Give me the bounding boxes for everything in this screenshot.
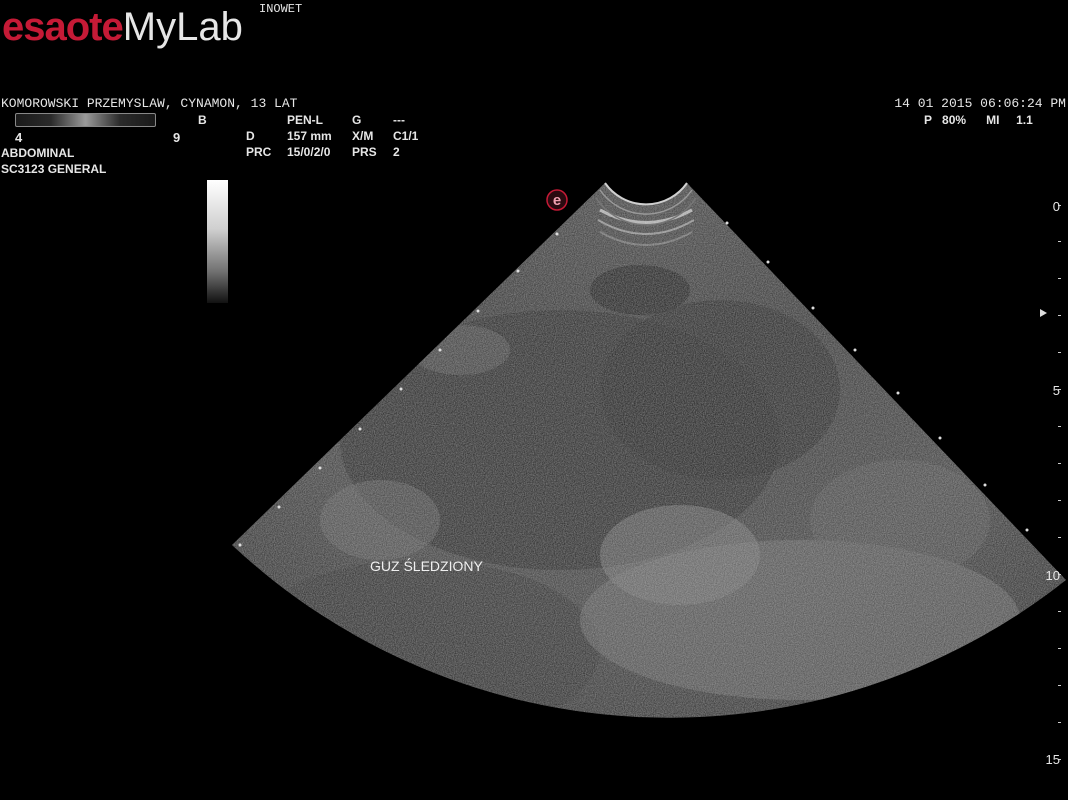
- focus-marker-icon: [1040, 309, 1047, 317]
- prs-label: PRS: [352, 145, 377, 159]
- depth-scale-5: 5: [1052, 383, 1060, 398]
- mylab-logo-text: MyLab: [122, 5, 243, 49]
- xm-value: C1/1: [393, 129, 419, 143]
- date-time: 14 01 2015 06:06:24 PM: [894, 96, 1066, 111]
- gain-bar: [15, 113, 156, 127]
- gain-min: 4: [15, 130, 23, 145]
- prs-value: 2: [393, 145, 400, 159]
- prc-label: PRC: [246, 145, 272, 159]
- xm-label: X/M: [352, 129, 374, 143]
- gain-max: 9: [173, 130, 181, 145]
- power-mi-readout: P 80% MI 1.1: [924, 113, 1033, 127]
- g-value: ---: [393, 113, 405, 127]
- brand-logo: esaoteMyLab: [2, 2, 243, 52]
- svg-text:e: e: [553, 192, 561, 209]
- probe-preset: SC3123 GENERAL: [1, 162, 107, 176]
- image-annotation: GUZ ŚLEDZIONY: [370, 558, 483, 574]
- probe-mode: PEN-L: [287, 113, 323, 127]
- mi-value: 1.1: [1016, 113, 1033, 127]
- g-label: G: [352, 113, 362, 127]
- patient-info: KOMOROWSKI PRZEMYSLAW, CYNAMON, 13 LAT: [1, 96, 298, 111]
- prc-value: 15/0/2/0: [287, 145, 331, 159]
- depth-scale-15: 15: [1045, 752, 1060, 767]
- power-value: 80%: [942, 113, 967, 127]
- esaote-logo-text: esaote: [2, 5, 124, 49]
- mi-label: MI: [986, 113, 1000, 127]
- depth-value: 157 mm: [287, 129, 332, 143]
- clinic-name: INOWET: [259, 2, 303, 16]
- depth-scale-10: 10: [1045, 568, 1060, 583]
- depth-scale-0: 0: [1052, 199, 1060, 214]
- mode-label: B: [198, 113, 207, 127]
- power-label: P: [924, 113, 933, 127]
- exam-preset: ABDOMINAL: [1, 146, 75, 160]
- probe-orientation-icon: e: [545, 188, 569, 212]
- ultrasound-image: [232, 182, 1066, 760]
- depth-label: D: [246, 129, 255, 143]
- grayscale-bar: [207, 180, 228, 303]
